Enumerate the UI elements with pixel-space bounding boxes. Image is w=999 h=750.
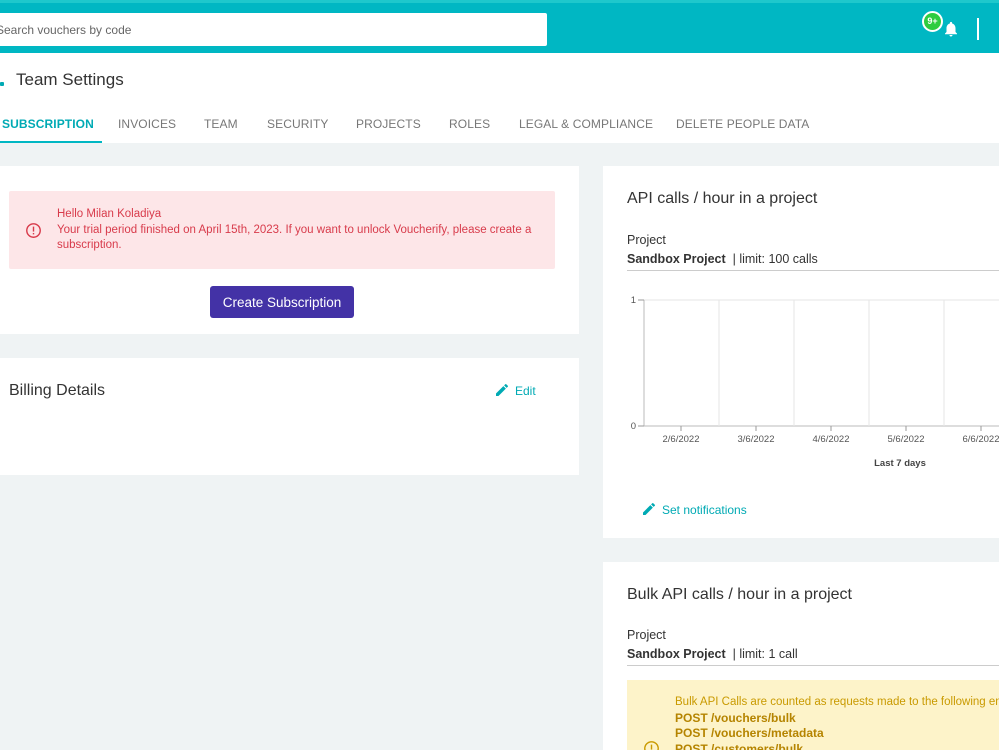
api-calls-title: API calls / hour in a project	[627, 190, 818, 207]
endpoint-item: POST /vouchers/bulk	[675, 710, 796, 725]
project-name: Sandbox Project	[627, 252, 726, 266]
search-input[interactable]	[0, 13, 547, 46]
bulk-project-name: Sandbox Project	[627, 647, 726, 661]
bulk-project-divider	[627, 665, 999, 666]
trial-expired-alert: Hello Milan Koladiya Your trial period f…	[9, 191, 555, 269]
bulk-api-notice: Bulk API Calls are counted as requests m…	[675, 695, 999, 750]
tab-projects[interactable]: PROJECTS	[356, 105, 421, 143]
notification-badge: 9+	[922, 11, 943, 32]
tab-invoices[interactable]: INVOICES	[118, 105, 176, 143]
set-notifications-button[interactable]: Set notifications	[641, 501, 747, 517]
bulk-api-calls-title: Bulk API calls / hour in a project	[627, 586, 852, 603]
billing-details-title: Billing Details	[9, 382, 106, 399]
api-calls-card	[603, 166, 999, 538]
title-marker	[0, 82, 4, 86]
bulk-project-info: Sandbox Project | limit: 1 call	[627, 647, 798, 661]
create-subscription-button[interactable]: Create Subscription	[210, 286, 354, 318]
tab-security[interactable]: SECURITY	[267, 105, 328, 143]
tab-legal-compliance[interactable]: LEGAL & COMPLIANCE	[519, 105, 653, 143]
tab-subscription[interactable]: SUBSCRIPTION	[2, 105, 94, 143]
notifications-button[interactable]: 9+	[922, 11, 962, 41]
page-header: Team Settings SUBSCRIPTION INVOICES TEAM…	[0, 53, 999, 143]
top-bar: 9+	[0, 0, 999, 53]
page-title: Team Settings	[16, 70, 124, 89]
tab-delete-people-data[interactable]: DELETE PEOPLE DATA	[676, 105, 809, 143]
info-icon	[644, 741, 659, 750]
billing-details-card: Billing Details Edit	[0, 358, 579, 475]
bulk-api-info-alert: Bulk API Calls are counted as requests m…	[627, 680, 999, 750]
tab-team[interactable]: TEAM	[204, 105, 238, 143]
tab-roles[interactable]: ROLES	[449, 105, 490, 143]
endpoint-item: POST /customers/bulk	[675, 741, 804, 750]
set-notifications-label: Set notifications	[662, 503, 747, 517]
alert-body: Your trial period finished on April 15th…	[57, 223, 532, 252]
bell-icon	[945, 21, 957, 37]
alert-message: Hello Milan Koladiya Your trial period f…	[57, 207, 537, 254]
endpoint-item: POST /vouchers/metadata	[675, 726, 824, 740]
bulk-project-label: Project	[627, 628, 666, 642]
pencil-icon	[496, 383, 509, 396]
pencil-icon	[643, 502, 656, 515]
bulk-api-notice-text: Bulk API Calls are counted as requests m…	[675, 696, 999, 708]
edit-label: Edit	[515, 384, 536, 398]
toolbar-divider	[977, 18, 979, 40]
active-tab-indicator	[0, 141, 102, 143]
project-limit: | limit: 100 calls	[732, 252, 818, 266]
subscription-card: Hello Milan Koladiya Your trial period f…	[0, 166, 579, 334]
project-info: Sandbox Project | limit: 100 calls	[627, 252, 818, 266]
project-label: Project	[627, 233, 666, 247]
error-icon	[26, 223, 41, 238]
edit-billing-button[interactable]: Edit	[494, 382, 536, 398]
bulk-project-limit: | limit: 1 call	[732, 647, 798, 661]
project-divider	[627, 270, 999, 271]
alert-greeting: Hello Milan Koladiya	[57, 208, 162, 220]
